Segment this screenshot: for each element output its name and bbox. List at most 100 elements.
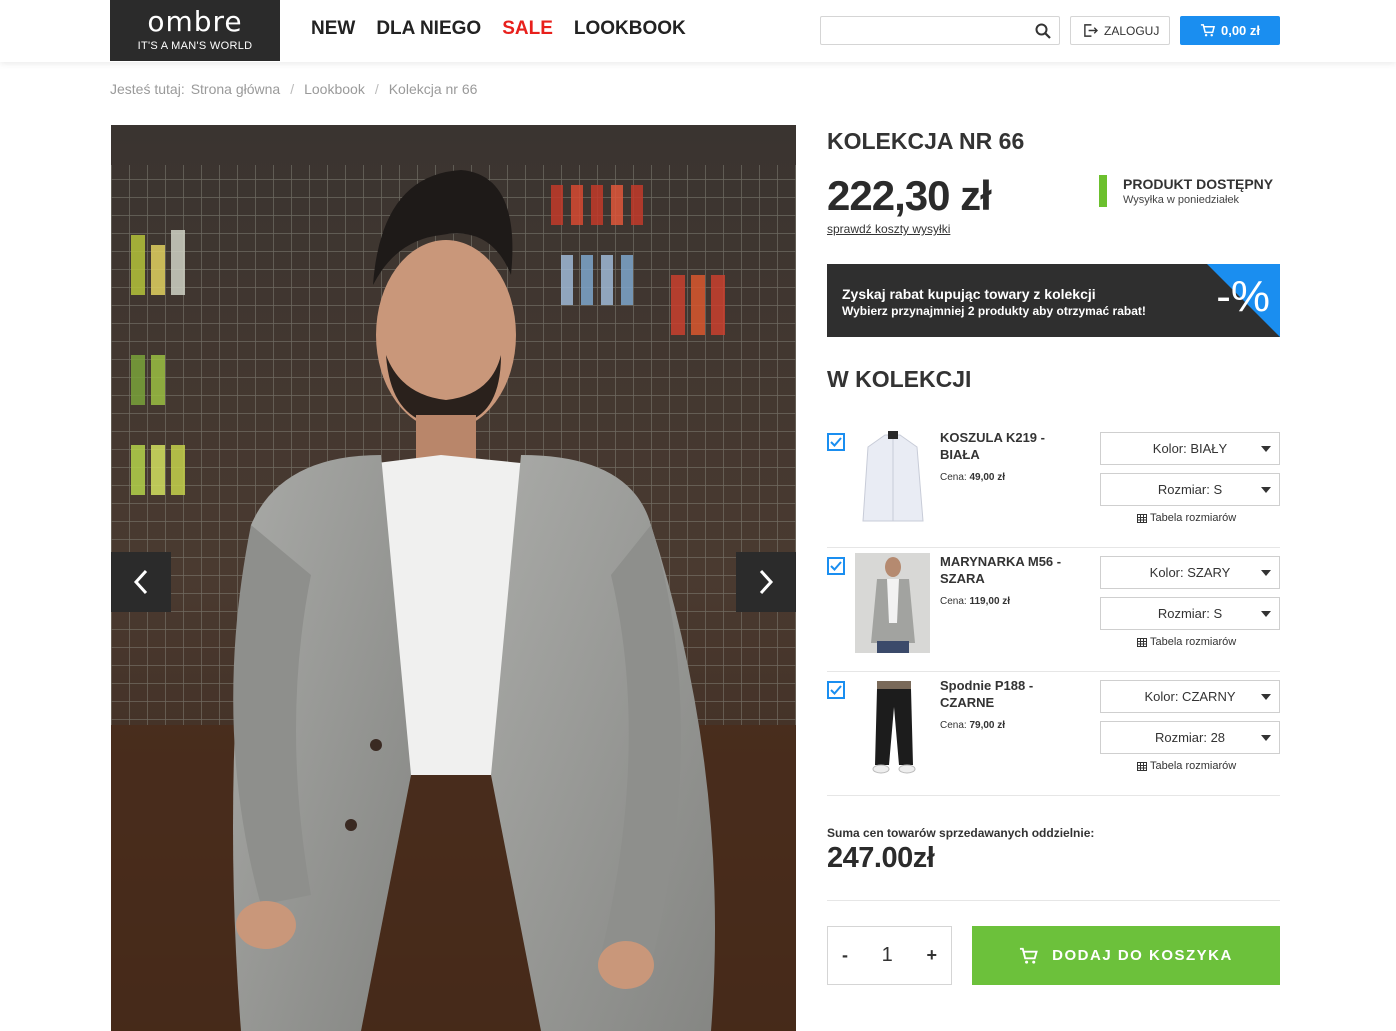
- table-icon: [1137, 513, 1147, 523]
- breadcrumb-item-lookbook[interactable]: Lookbook: [304, 81, 365, 97]
- site-header: ombre IT'S A MAN'S WORLD NEW DLA NIEGO S…: [0, 0, 1396, 62]
- cart-total: 0,00 zł: [1220, 23, 1261, 38]
- check-icon: [830, 561, 842, 571]
- item-price: Cena: 49,00 zł: [940, 472, 1005, 483]
- item-price: Cena: 119,00 zł: [940, 596, 1010, 607]
- breadcrumb-separator: /: [374, 81, 379, 97]
- product-photo: [111, 125, 796, 1031]
- breadcrumb: Jesteś tutaj: Strona główna / Lookbook /…: [110, 81, 477, 97]
- blazer-thumbnail[interactable]: [855, 553, 930, 653]
- cart-button[interactable]: 0,00 zł: [1180, 16, 1280, 45]
- chevron-left-icon: [133, 569, 148, 595]
- item-price: Cena: 79,00 zł: [940, 720, 1005, 731]
- shirt-thumbnail[interactable]: [855, 429, 930, 529]
- caret-down-icon: [1261, 446, 1271, 452]
- product-gallery: [111, 125, 796, 1031]
- nav-item-dla-niego[interactable]: DLA NIEGO: [376, 18, 481, 40]
- nav-item-new[interactable]: NEW: [311, 18, 355, 40]
- size-select-value: Rozmiar: S: [1157, 482, 1223, 497]
- size-table-link[interactable]: Tabela rozmiarów: [1137, 760, 1236, 772]
- size-select-value: Rozmiar: S: [1157, 606, 1223, 621]
- check-icon: [830, 437, 842, 447]
- item-name[interactable]: MARYNARKA M56 - SZARA: [940, 553, 1080, 587]
- gallery-prev-button[interactable]: [111, 552, 171, 612]
- add-to-cart-button[interactable]: DODAJ DO KOSZYKA: [972, 926, 1280, 985]
- search-icon[interactable]: [1035, 23, 1051, 39]
- collection-item: Spodnie P188 - CZARNE Cena: 79,00 zł Kol…: [827, 672, 1280, 796]
- color-select-value: Kolor: CZARNY: [1144, 689, 1236, 704]
- size-select[interactable]: Rozmiar: S: [1100, 473, 1280, 506]
- item-name[interactable]: KOSZULA K219 - BIAŁA: [940, 429, 1080, 463]
- color-select[interactable]: Kolor: BIAŁY: [1100, 432, 1280, 465]
- promo-headline: Zyskaj rabat kupując towary z kolekcji: [842, 286, 1096, 302]
- logo-tagline: IT'S A MAN'S WORLD: [137, 40, 253, 52]
- size-table-label: Tabela rozmiarów: [1150, 512, 1237, 524]
- size-select[interactable]: Rozmiar: S: [1100, 597, 1280, 630]
- breadcrumb-prefix: Jesteś tutaj:: [110, 81, 185, 97]
- item-name[interactable]: Spodnie P188 - CZARNE: [940, 677, 1080, 711]
- caret-down-icon: [1261, 487, 1271, 493]
- item-price-value: 79,00 zł: [969, 720, 1006, 731]
- discount-badge: -%: [1216, 272, 1270, 321]
- gallery-next-button[interactable]: [736, 552, 796, 612]
- collection-item: KOSZULA K219 - BIAŁA Cena: 49,00 zł Kolo…: [827, 424, 1280, 548]
- color-select[interactable]: Kolor: SZARY: [1100, 556, 1280, 589]
- trousers-thumbnail[interactable]: [855, 677, 930, 777]
- logout-icon: [1084, 24, 1098, 37]
- nav-item-lookbook[interactable]: LOOKBOOK: [574, 18, 686, 40]
- caret-down-icon: [1261, 570, 1271, 576]
- cart-icon: [1020, 947, 1038, 964]
- table-icon: [1137, 637, 1147, 647]
- search-box: [820, 16, 1060, 45]
- nav-item-sale[interactable]: SALE: [502, 18, 553, 40]
- color-select[interactable]: Kolor: CZARNY: [1100, 680, 1280, 713]
- item-price-value: 49,00 zł: [969, 472, 1006, 483]
- separate-price-label: Suma cen towarów sprzedawanych oddzielni…: [827, 826, 1095, 840]
- color-select-value: Kolor: SZARY: [1149, 565, 1231, 580]
- quantity-increment-button[interactable]: +: [926, 945, 937, 966]
- color-select-value: Kolor: BIAŁY: [1152, 441, 1228, 456]
- shipping-costs-link[interactable]: sprawdź koszty wysyłki: [827, 222, 950, 236]
- check-icon: [830, 685, 842, 695]
- collection-item: MARYNARKA M56 - SZARA Cena: 119,00 zł Ko…: [827, 548, 1280, 672]
- cart-icon: [1200, 24, 1215, 37]
- size-table-link[interactable]: Tabela rozmiarów: [1137, 512, 1236, 524]
- separate-price-total: 247.00zł: [827, 842, 935, 874]
- logo[interactable]: ombre IT'S A MAN'S WORLD: [110, 0, 280, 61]
- chevron-right-icon: [759, 569, 774, 595]
- login-label: ZALOGUJ: [1104, 23, 1160, 38]
- item-price-label: Cena:: [940, 596, 967, 607]
- collection-discount-banner: Zyskaj rabat kupując towary z kolekcji W…: [827, 264, 1280, 337]
- quantity-value[interactable]: 1: [882, 944, 893, 967]
- product-title: KOLEKCJA NR 66: [827, 128, 1025, 154]
- quantity-stepper: - 1 +: [827, 926, 952, 985]
- item-price-value: 119,00 zł: [969, 596, 1011, 607]
- size-select[interactable]: Rozmiar: 28: [1100, 721, 1280, 754]
- promo-subline: Wybierz przynajmniej 2 produkty aby otrz…: [842, 304, 1146, 318]
- size-select-value: Rozmiar: 28: [1154, 730, 1226, 745]
- availability-subtitle: Wysyłka w poniedziałek: [1123, 194, 1240, 206]
- caret-down-icon: [1261, 735, 1271, 741]
- item-price-label: Cena:: [940, 720, 967, 731]
- breadcrumb-item-current: Kolekcja nr 66: [388, 81, 478, 97]
- product-price: 222,30 zł: [827, 172, 992, 219]
- add-to-cart-label: DODAJ DO KOSZYKA: [1052, 947, 1233, 964]
- divider: [827, 900, 1280, 901]
- item-checkbox[interactable]: [827, 557, 845, 575]
- breadcrumb-item-home[interactable]: Strona główna: [191, 81, 281, 97]
- caret-down-icon: [1261, 611, 1271, 617]
- availability-title: PRODUKT DOSTĘPNY: [1123, 176, 1274, 192]
- breadcrumb-separator: /: [290, 81, 295, 97]
- item-checkbox[interactable]: [827, 681, 845, 699]
- collection-heading: W KOLEKCJI: [827, 366, 972, 392]
- availability-indicator: [1099, 175, 1107, 207]
- table-icon: [1137, 761, 1147, 771]
- size-table-label: Tabela rozmiarów: [1150, 636, 1237, 648]
- search-input[interactable]: [821, 17, 1021, 44]
- item-price-label: Cena:: [940, 472, 967, 483]
- item-checkbox[interactable]: [827, 433, 845, 451]
- size-table-link[interactable]: Tabela rozmiarów: [1137, 636, 1236, 648]
- login-button[interactable]: ZALOGUJ: [1070, 16, 1170, 45]
- size-table-label: Tabela rozmiarów: [1150, 760, 1237, 772]
- quantity-decrement-button[interactable]: -: [842, 945, 848, 966]
